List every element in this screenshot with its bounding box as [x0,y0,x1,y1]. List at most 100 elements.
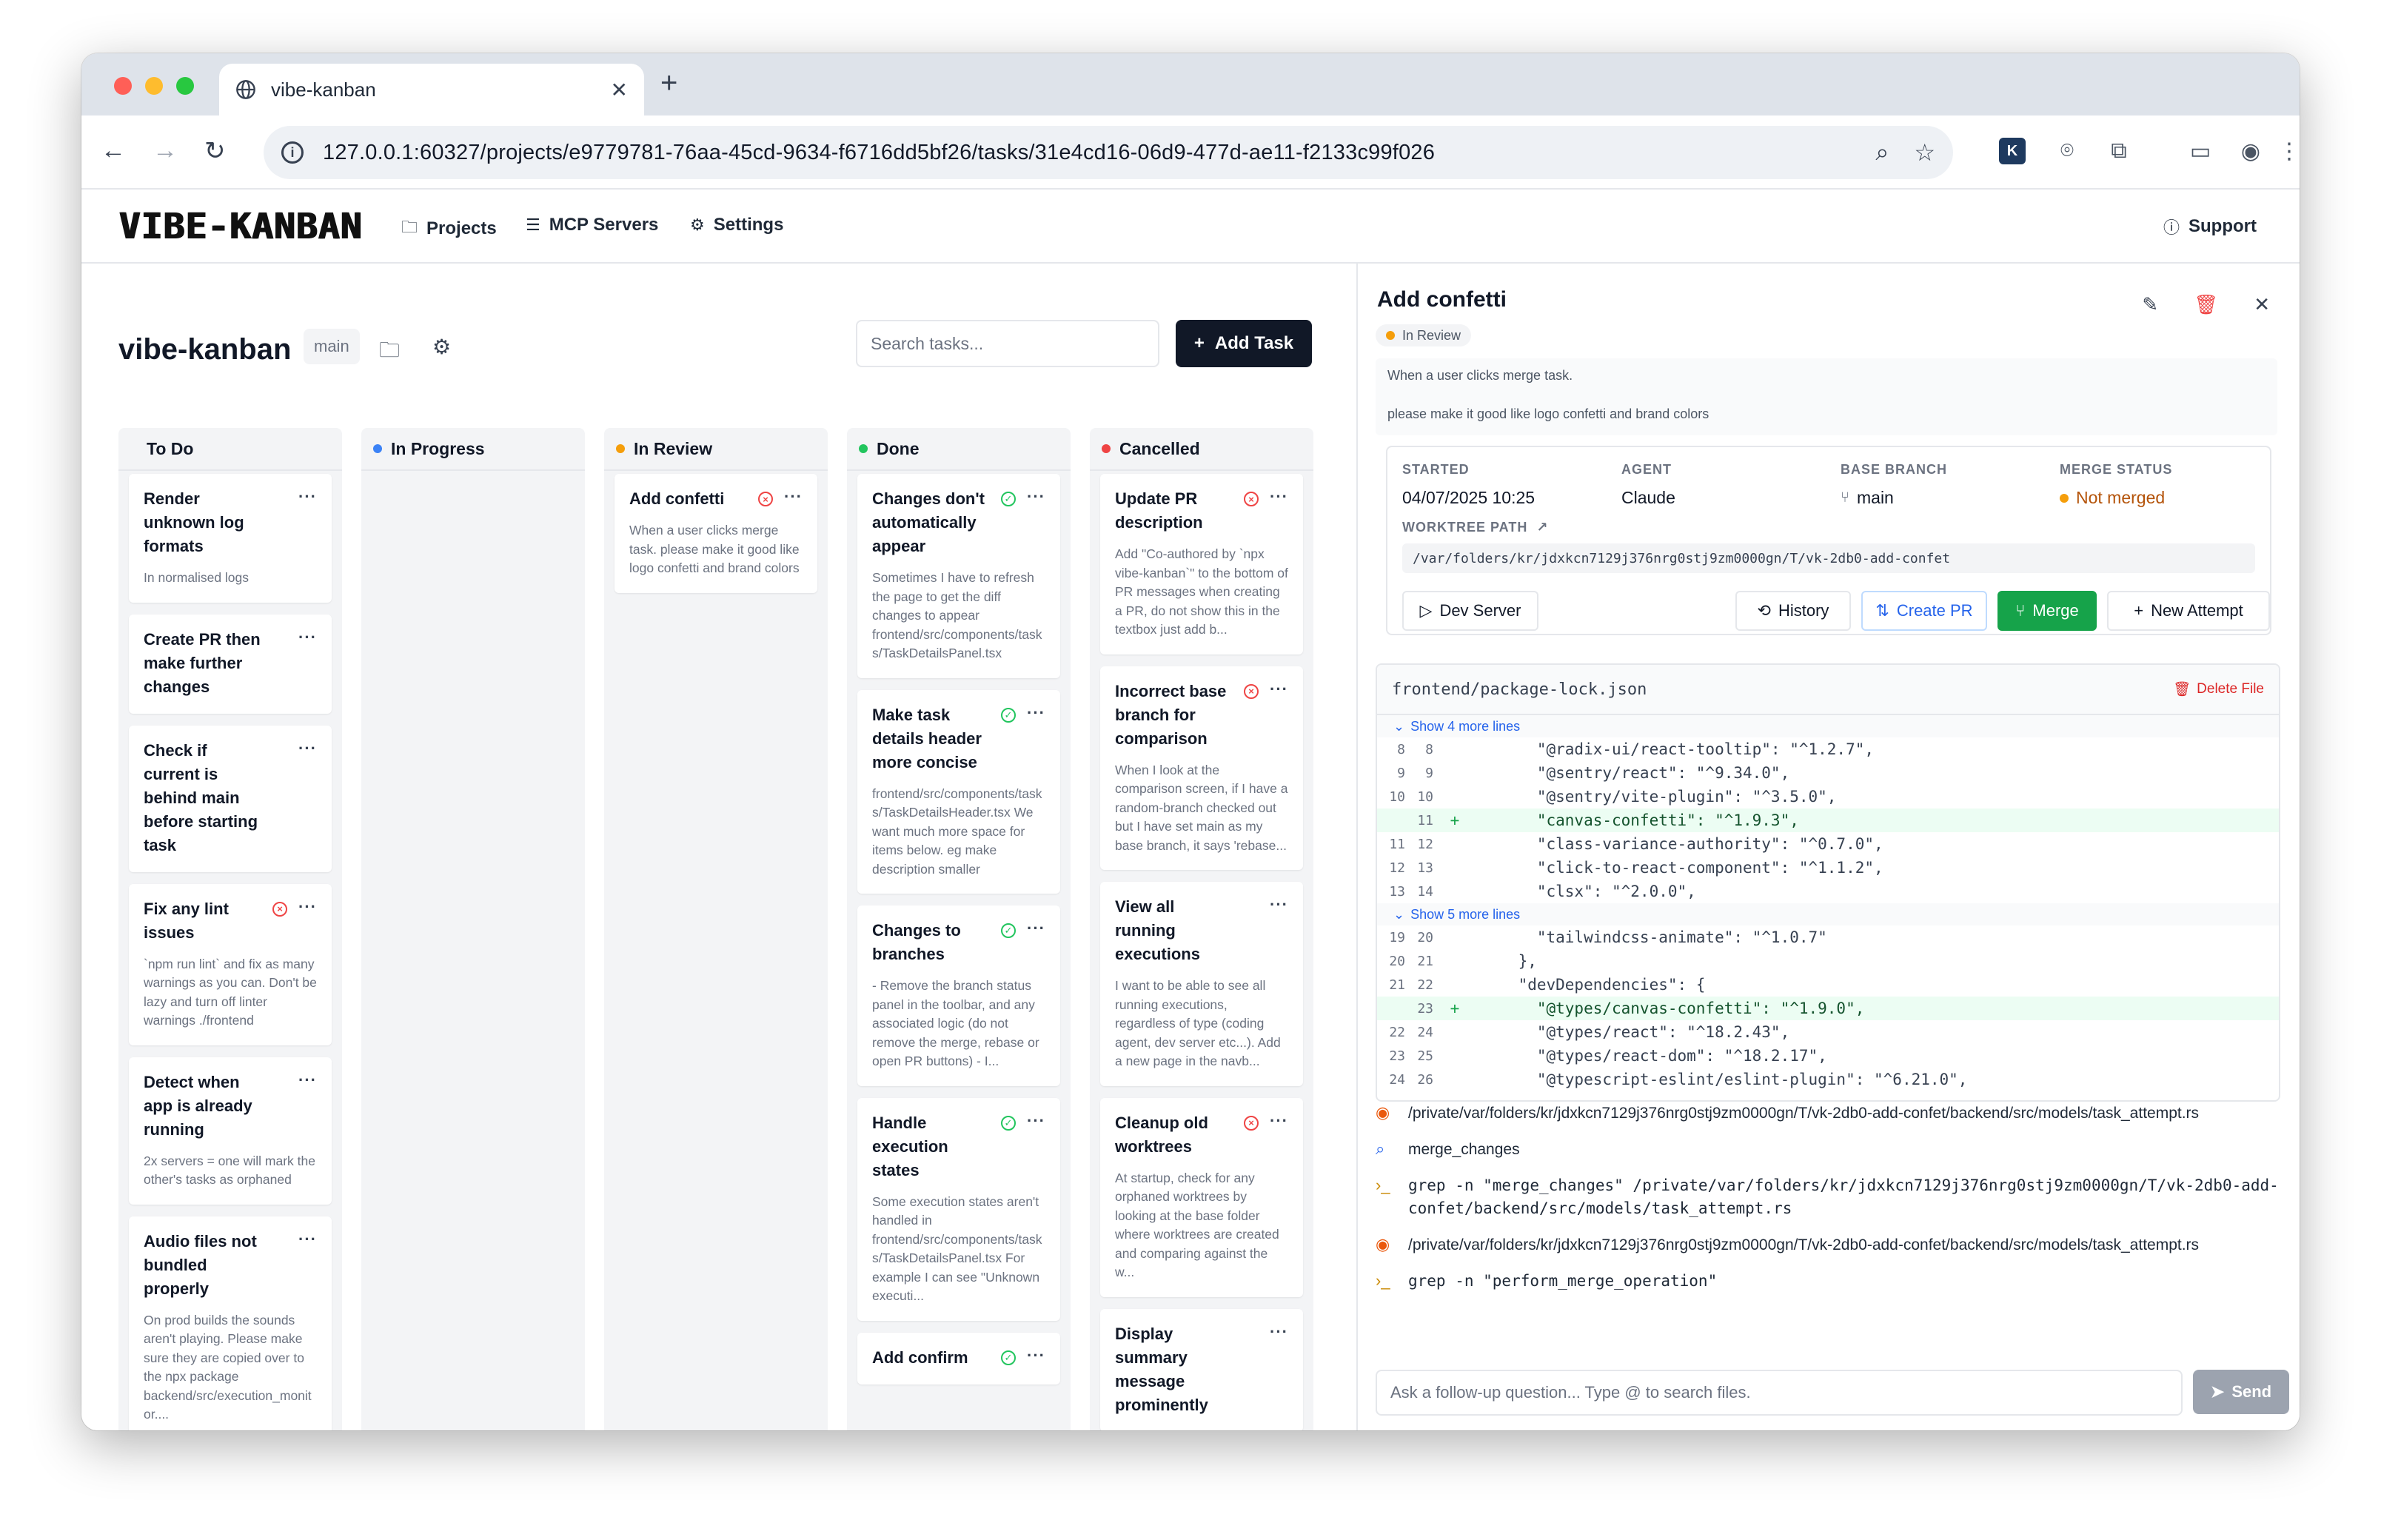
more-options-icon[interactable]: ··· [1027,919,1045,938]
more-options-icon[interactable]: ··· [298,1230,317,1249]
zoom-window-button[interactable] [176,77,194,95]
more-options-icon[interactable]: ··· [298,487,317,506]
nav-settings[interactable]: ⚙ Settings [690,215,783,235]
external-link-icon[interactable]: ↗ [1536,520,1548,535]
more-options-icon[interactable]: ··· [1027,1111,1045,1131]
task-card[interactable]: Render unknown log formats ··· In normalis… [129,474,332,603]
task-description: When a user clicks merge task. please ma… [1376,358,2277,435]
more-options-icon[interactable]: ··· [1027,1346,1045,1365]
task-card[interactable]: Check if current is behind main before s… [129,725,332,872]
show-more-lines-button[interactable]: ⌄ Show 5 more lines [1377,903,2279,925]
task-card[interactable]: Incorrect base branch for comparison ··· ×… [1100,666,1303,870]
more-options-icon[interactable]: ··· [1270,1111,1288,1131]
trash-icon[interactable]: 🗑 [2194,293,2218,316]
more-options-icon[interactable]: ··· [784,487,803,506]
close-window-button[interactable] [114,77,132,95]
task-card[interactable]: Create PR then make further changes ··· [129,614,332,714]
kanban-column: In Progress [361,428,585,1430]
task-card[interactable]: Add confetti ··· × When a user clicks merge… [614,474,817,593]
nav-projects[interactable]: 🗀 Projects [401,215,497,243]
send-label: Send [2231,1382,2272,1401]
more-options-icon[interactable]: ··· [1027,487,1045,506]
add-task-button[interactable]: + Add Task [1176,320,1312,367]
more-options-icon[interactable]: ··· [298,739,317,758]
diff-line: 19 20 "tailwindcss-animate": "^1.0.7" [1377,925,2279,949]
more-options-icon[interactable]: ··· [1270,895,1288,914]
close-icon[interactable]: ✕ [2254,293,2270,316]
task-card[interactable]: Audio files not bundled properly ··· On pr… [129,1216,332,1430]
more-options-icon[interactable]: ··· [298,628,317,647]
history-button[interactable]: ⟲ History [1735,591,1851,631]
diff-line: 20 21 }, [1377,949,2279,973]
dev-server-button[interactable]: ▷ Dev Server [1402,591,1538,631]
create-pr-button[interactable]: ⇅ Create PR [1861,591,1987,631]
base-branch-field: BASE BRANCH ⑂ main [1841,462,1947,508]
show-more-lines-button[interactable]: ⌄ Show 4 more lines [1377,715,2279,737]
task-card[interactable]: Changes to branches ··· ✓ - Remove the bran… [857,905,1060,1086]
more-options-icon[interactable]: ··· [1027,703,1045,723]
attempt-meta-card: STARTED 04/07/2025 10:25 AGENT Claude BA… [1386,446,2271,635]
forward-icon[interactable]: → [153,136,178,165]
task-card[interactable]: Fix any lint issues ··· × `npm run lint` an… [129,883,332,1045]
camera-icon[interactable]: ⌾ [2051,135,2083,167]
task-card[interactable]: Add confirm ··· ✓ [857,1332,1060,1385]
send-button[interactable]: ➤ Send [2193,1370,2289,1414]
task-card[interactable]: Make task details header more concise ···… [857,689,1060,894]
task-card[interactable]: View all running executions ··· I want to … [1100,882,1303,1086]
bookmark-star-icon[interactable]: ☆ [1914,138,1935,167]
task-card[interactable]: Handle execution states ··· ✓ Some executio… [857,1097,1060,1321]
task-card[interactable]: Update PR description ··· × Add "Co-authore… [1100,474,1303,654]
app-logo[interactable]: VIBE-KANBAN [118,206,362,247]
address-bar[interactable]: i 127.0.0.1:60327/projects/e9779781-76aa… [264,126,1953,179]
new-attempt-button[interactable]: + New Attempt [2107,591,2270,631]
project-title: vibe-kanban [118,333,292,366]
column-header: To Do [118,428,342,471]
project-settings-icon[interactable]: ⚙ [432,335,451,359]
more-options-icon[interactable]: ··· [1270,1322,1288,1342]
delete-file-button[interactable]: 🗑 Delete File [2173,680,2264,698]
back-icon[interactable]: ← [101,136,126,165]
more-options-icon[interactable]: ··· [298,1071,317,1090]
minimize-window-button[interactable] [145,77,163,95]
task-card-description: In normalised logs [144,570,250,585]
merge-button[interactable]: ⑂ Merge [1997,591,2097,631]
diff-code: }, [1481,952,1537,970]
diff-line: 10 10 "@sentry/vite-plugin": "^3.5.0", [1377,785,2279,808]
task-card-description: At startup, check for any orphaned workt… [1115,1170,1279,1280]
task-card[interactable]: Cleanup old worktrees ··· × At startup, che… [1100,1097,1303,1297]
nav-mcp-servers[interactable]: ☰ MCP Servers [526,215,658,235]
follow-up-input[interactable] [1376,1370,2183,1416]
nav-support[interactable]: ⓘ Support [2163,215,2257,238]
task-card[interactable]: Display summary message prominently ··· [1100,1308,1303,1430]
site-info-icon[interactable]: i [281,141,304,164]
edit-icon[interactable]: ✎ [2142,293,2158,316]
tab-close-icon[interactable]: ✕ [611,78,628,102]
task-card-description: `npm run lint` and fix as many warnings … [144,956,317,1028]
more-options-icon[interactable]: ··· [1270,680,1288,699]
success-status-icon: ✓ [1001,707,1016,723]
kebab-menu-icon[interactable]: ⋮ [2273,135,2300,167]
task-card[interactable]: Detect when app is already running ··· 2x … [129,1057,332,1205]
diff-code: "@sentry/vite-plugin": "^3.5.0", [1481,788,1837,806]
browser-window: vibe-kanban ✕ + ← → ↻ i 127.0.0.1:60327/… [81,53,2300,1430]
tab-search-icon[interactable]: ▭ [2184,135,2217,167]
browser-tab[interactable]: vibe-kanban ✕ [219,64,644,116]
zoom-icon[interactable]: ⌕ [1875,138,1889,167]
merge-status-value: Not merged [2060,488,2172,508]
git-branch-icon: ⑂ [1841,489,1849,506]
execution-log: ◉ /private/var/folders/kr/jdxkcn7129j376n… [1376,1102,2280,1324]
new-tab-button[interactable]: + [660,67,677,100]
puzzle-icon[interactable]: ⧉ [2103,135,2135,167]
old-line-number: 21 [1389,977,1405,993]
more-options-icon[interactable]: ··· [1270,487,1288,506]
search-tasks-input[interactable] [856,320,1159,367]
extension-icon[interactable]: K [1999,138,2026,164]
folder-icon: 🗀 [401,218,418,236]
log-text: grep -n "merge_changes" /private/var/fol… [1408,1176,2279,1217]
open-folder-icon[interactable]: 🗀 [379,335,400,370]
more-options-icon[interactable]: ··· [298,897,317,917]
task-card-title: Render unknown log formats [144,489,244,555]
task-card[interactable]: Changes don't automatically appear ··· ✓ So… [857,474,1060,678]
reload-icon[interactable]: ↻ [204,136,226,166]
profile-icon[interactable]: ◉ [2234,135,2267,167]
